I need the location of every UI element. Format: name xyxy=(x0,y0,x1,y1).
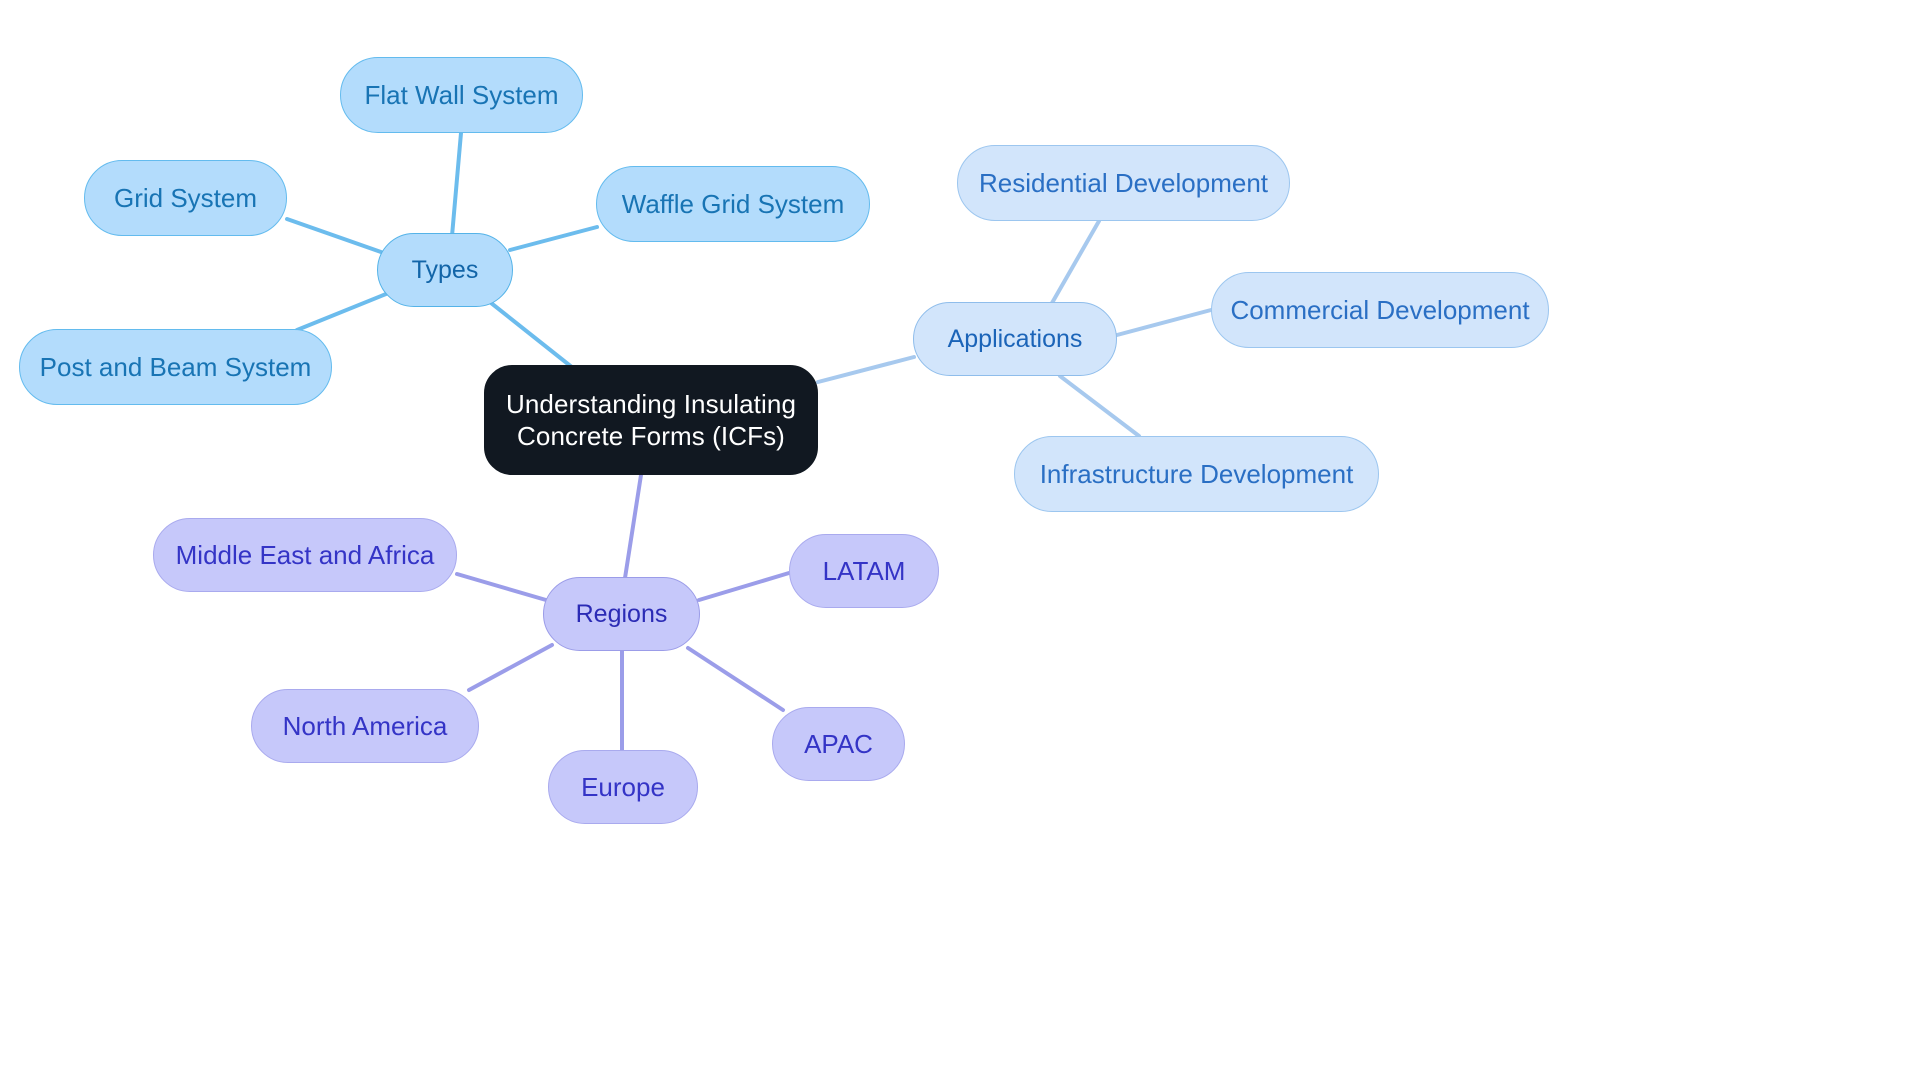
mindmap-leaf-post-and-beam-system[interactable]: Post and Beam System xyxy=(19,329,332,405)
mindmap-leaf-commercial-development[interactable]: Commercial Development xyxy=(1211,272,1549,348)
mindmap-edge-root-to-regions xyxy=(623,473,643,580)
mindmap-edge-types-to-grid-system xyxy=(285,217,383,254)
mindmap-leaf-flat-wall-system[interactable]: Flat Wall System xyxy=(340,57,583,133)
mindmap-branch-applications[interactable]: Applications xyxy=(913,302,1117,376)
mindmap-edge-regions-to-middle-east-and-africa xyxy=(455,572,548,602)
mindmap-edge-root-to-types xyxy=(479,293,575,370)
mindmap-leaf-north-america[interactable]: North America xyxy=(251,689,479,763)
mindmap-leaf-grid-system[interactable]: Grid System xyxy=(84,160,287,236)
mindmap-root-node[interactable]: Understanding Insulating Concrete Forms … xyxy=(484,365,818,475)
mindmap-leaf-middle-east-and-africa[interactable]: Middle East and Africa xyxy=(153,518,457,592)
mindmap-edge-root-to-applications xyxy=(816,355,916,384)
mindmap-branch-types[interactable]: Types xyxy=(377,233,513,307)
mindmap-leaf-waffle-grid-system[interactable]: Waffle Grid System xyxy=(596,166,870,242)
mindmap-leaf-residential-development[interactable]: Residential Development xyxy=(957,145,1290,221)
mindmap-leaf-europe[interactable]: Europe xyxy=(548,750,698,824)
mindmap-edge-regions-to-latam xyxy=(697,571,791,602)
mindmap-edge-applications-to-commercial-development xyxy=(1115,308,1213,337)
mindmap-edge-types-to-post-and-beam-system xyxy=(295,292,388,332)
mindmap-edge-types-to-flat-wall-system xyxy=(450,131,463,238)
mindmap-edge-applications-to-infrastructure-development xyxy=(1058,374,1141,438)
mindmap-leaf-latam[interactable]: LATAM xyxy=(789,534,939,608)
mindmap-edge-types-to-waffle-grid-system xyxy=(508,225,599,252)
mindmap-leaf-apac[interactable]: APAC xyxy=(772,707,905,781)
mindmap-canvas: Understanding Insulating Concrete Forms … xyxy=(0,0,1920,1083)
mindmap-edge-applications-to-residential-development xyxy=(1050,219,1101,305)
mindmap-edge-regions-to-north-america xyxy=(467,643,554,692)
mindmap-leaf-infrastructure-development[interactable]: Infrastructure Development xyxy=(1014,436,1379,512)
mindmap-edge-regions-to-apac xyxy=(686,646,785,712)
mindmap-branch-regions[interactable]: Regions xyxy=(543,577,700,651)
